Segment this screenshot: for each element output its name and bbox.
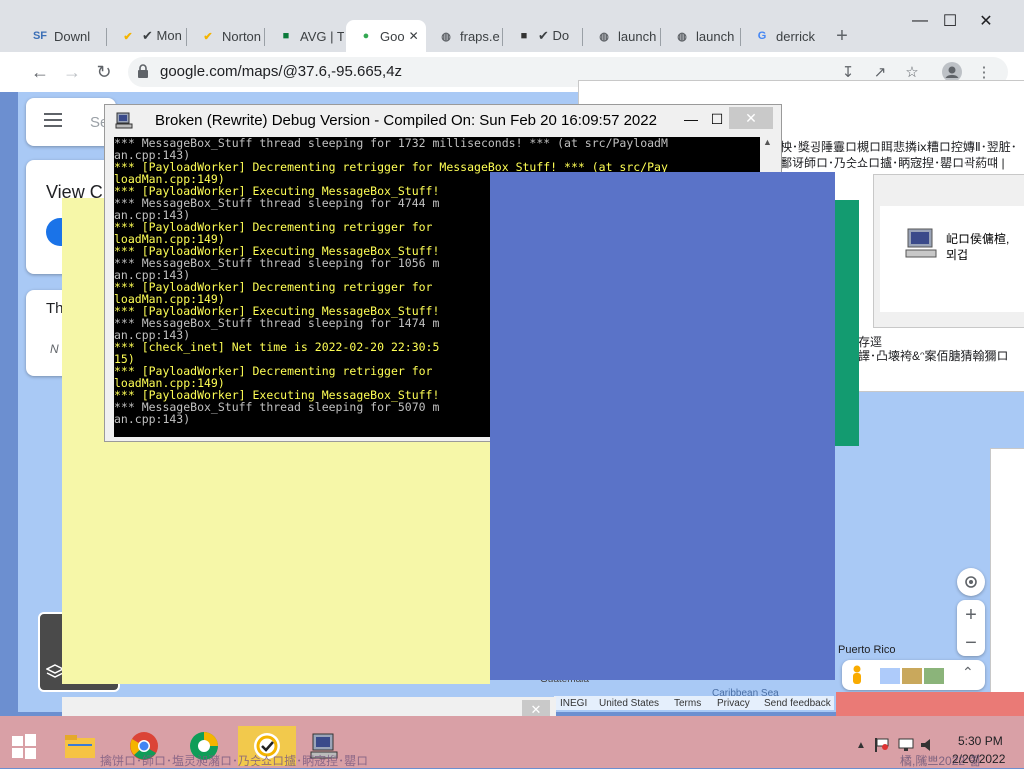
green-bar: [835, 200, 859, 446]
flag-icon[interactable]: [874, 738, 890, 752]
tab-5[interactable]: ◍ fraps.e: [426, 20, 504, 52]
garbled-text-line: 鄱讶師ロ･乃숫쇼ロ攎･眪宼揑･罌ロ곽葯떄 |: [780, 156, 1005, 170]
tab-3[interactable]: ■ AVG | T: [266, 20, 344, 52]
globe-icon: ◍: [441, 30, 451, 43]
tab-separator: [186, 28, 187, 46]
footer-inegi: INEGI: [560, 698, 588, 709]
reload-icon[interactable]: ↻: [88, 56, 120, 88]
tab-label: derrick: [776, 28, 816, 44]
tab-0[interactable]: SF Downl: [20, 20, 98, 52]
google-icon: G: [757, 30, 767, 42]
taskbar-garble: 橘,隲쁘2022ᵔ쯺: [900, 754, 981, 768]
tab-separator: [660, 28, 661, 46]
tab-label: Goo: [380, 28, 405, 44]
hamburger-menu-icon[interactable]: [44, 112, 64, 128]
back-icon[interactable]: ←: [24, 56, 56, 88]
globe-icon: ◍: [677, 30, 687, 43]
tab-9[interactable]: Gderrick: [742, 20, 820, 52]
zoom-out-button[interactable]: −: [957, 630, 985, 656]
computer-icon: [904, 226, 938, 260]
globe-icon: ◍: [599, 30, 609, 43]
label-puerto-rico: Puerto Rico: [838, 644, 896, 656]
sourceforge-icon: SF: [32, 30, 48, 42]
volume-icon[interactable]: [920, 738, 936, 752]
tab-separator: [502, 28, 503, 46]
map-type-terrain-icon[interactable]: [902, 668, 922, 684]
close-button[interactable]: ✕: [966, 8, 1006, 34]
footer-privacy[interactable]: Privacy: [717, 698, 750, 709]
expand-chevron-icon[interactable]: ⌃: [962, 664, 974, 681]
tab-label: Norton: [222, 28, 262, 44]
tab-6[interactable]: ■ ✔ Do: [504, 20, 582, 52]
windows-start-icon[interactable]: [4, 726, 44, 766]
tab-label: launch: [618, 28, 657, 44]
tab-4[interactable]: ● Goo ✕: [346, 20, 426, 52]
tab-label: fraps.e: [460, 28, 500, 44]
app-icon: ■: [520, 30, 528, 42]
file-explorer-icon[interactable]: [60, 726, 100, 766]
tab-separator: [264, 28, 265, 46]
avg-icon: ■: [282, 30, 290, 42]
tab-label: launch: [696, 28, 735, 44]
forward-icon[interactable]: →: [56, 56, 88, 88]
tab-7[interactable]: ◍ launch: [584, 20, 662, 52]
side-window: [990, 448, 1024, 712]
tab-label: AVG | T: [300, 28, 344, 44]
tab-label: Downl: [54, 28, 91, 44]
garbled-text-line: 譯･凸壊袴&ᵔ案佰膅猜翰獮ロ: [858, 349, 1009, 363]
scroll-up-icon[interactable]: ▲: [760, 137, 775, 147]
tab-close-icon[interactable]: ✕: [409, 29, 419, 43]
tab-label: ✔ Do: [538, 28, 570, 43]
app-icon: [115, 111, 133, 129]
taskbar-garble: 擒饼ロ･師ロ･塩灵昶瀦ロ･乃숫쇼ロ攎･眪宼揑･罌ロ: [100, 754, 369, 768]
info-card-title: Th: [46, 300, 64, 317]
message-box-text: 뫼겁: [946, 248, 969, 262]
tab-separator: [582, 28, 583, 46]
blue-overlay: [490, 172, 835, 680]
lock-icon: [137, 64, 149, 78]
network-icon[interactable]: [898, 738, 914, 752]
map-type-transit-icon[interactable]: [880, 668, 900, 684]
tab-separator: [740, 28, 741, 46]
zoom-in-button[interactable]: +: [957, 602, 985, 628]
norton-check-icon: ✔: [123, 30, 133, 43]
tab-8[interactable]: ◍ launch: [662, 20, 740, 52]
console-title: Broken (Rewrite) Debug Version - Compile…: [155, 111, 657, 129]
console-close-button[interactable]: ✕: [729, 107, 773, 129]
footer-country[interactable]: United States: [599, 698, 659, 709]
my-location-icon[interactable]: [957, 568, 985, 596]
tab-label: ✔ Mon: [142, 28, 182, 43]
maps-pin-icon: ●: [362, 30, 370, 42]
footer-terms[interactable]: Terms: [674, 698, 701, 709]
footer-feedback[interactable]: Send feedback: [764, 698, 831, 709]
tab-1[interactable]: ✔ ✔ Mon: [108, 20, 186, 52]
info-card-sub: N: [50, 342, 59, 356]
tab-separator: [106, 28, 107, 46]
message-box-text: 屺ロ侯傭楦,: [946, 232, 1010, 246]
norton-check-icon: ✔: [203, 30, 213, 43]
pegman-icon[interactable]: [850, 665, 864, 685]
tab-2[interactable]: ✔ Norton: [188, 20, 266, 52]
console-line: *** MessageBox_Stuff thread sleeping for…: [114, 137, 668, 150]
maximize-button[interactable]: ☐: [930, 8, 970, 34]
new-tab-button[interactable]: +: [828, 24, 856, 48]
garbled-text-line: 柍･獎굉陲霻ロ槻ロ眲悲撛ⅸ糟ロ控嫥Ⅱ･翌脏･: [780, 140, 1017, 154]
tray-chevron-icon[interactable]: ▲: [856, 740, 866, 751]
clock-time[interactable]: 5:30 PM: [958, 734, 1003, 748]
map-type-satellite-icon[interactable]: [924, 668, 944, 684]
url-text[interactable]: google.com/maps/@37.6,-95.665,4z: [160, 63, 402, 80]
